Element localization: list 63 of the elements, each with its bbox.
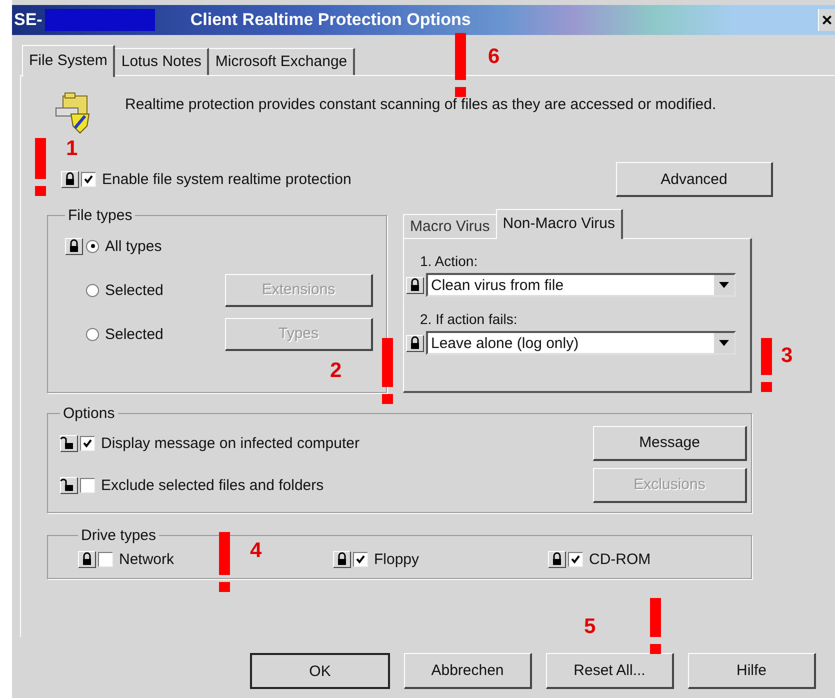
checkbox[interactable] <box>80 436 95 450</box>
group-label: Drive types <box>80 527 158 544</box>
radio-button[interactable] <box>86 284 99 296</box>
annotation-number: 4 <box>250 540 262 561</box>
radio-button[interactable] <box>86 240 99 252</box>
exclamation-mark <box>761 338 772 392</box>
tab[interactable]: Lotus Notes <box>115 48 210 75</box>
annotation-number: 5 <box>584 616 596 637</box>
exclamation-mark <box>35 138 46 196</box>
padlock-icon[interactable] <box>60 476 78 494</box>
checkbox-label: Display message on infected computer <box>101 434 360 452</box>
checkbox-label: Enable file system realtime protection <box>102 171 352 188</box>
annotation-number: 2 <box>330 360 342 381</box>
exclamation-mark <box>455 33 466 97</box>
checkbox-label: Network <box>119 550 174 568</box>
close-button[interactable]: × <box>818 9 835 31</box>
padlock-icon[interactable] <box>548 550 566 568</box>
dialog-button[interactable]: Reset All... <box>546 653 674 689</box>
window-title-prefix: SE- <box>13 10 42 30</box>
checkbox[interactable] <box>81 172 96 187</box>
tab[interactable]: Macro Virus <box>403 214 496 238</box>
checkbox-label: Floppy <box>374 550 420 568</box>
exclamation-mark <box>382 338 393 404</box>
padlock-icon[interactable] <box>65 238 83 254</box>
padlock-icon[interactable] <box>406 276 424 294</box>
description-text: Realtime protection provides constant scanning of files as they are accessed or modified. <box>125 95 718 115</box>
padlock-icon[interactable] <box>60 434 78 452</box>
checkbox[interactable] <box>98 552 113 566</box>
exclamation-mark <box>650 598 661 654</box>
group-label: Options <box>62 405 116 422</box>
checkbox[interactable] <box>80 478 95 492</box>
tab[interactable]: Microsoft Exchange <box>209 48 356 75</box>
radio-label: All types <box>105 238 163 254</box>
checkbox[interactable] <box>568 552 583 566</box>
action-dropdown[interactable]: Leave alone (log only) <box>426 331 736 355</box>
dialog-button[interactable]: Hilfe <box>688 653 816 689</box>
padlock-icon[interactable] <box>78 550 96 568</box>
radio-button[interactable] <box>86 328 99 340</box>
checkbox-label: CD-ROM <box>589 550 651 568</box>
checkbox-label: Exclude selected files and folders <box>101 476 324 494</box>
annotation-number: 6 <box>488 46 500 67</box>
field-label: 1. Action: <box>420 253 478 269</box>
advanced-button[interactable]: Advanced <box>616 162 773 197</box>
field-label: 2. If action fails: <box>420 311 518 327</box>
group-label: File types <box>67 207 134 224</box>
annotation-number: 1 <box>66 138 78 159</box>
padlock-icon[interactable] <box>61 171 79 188</box>
padlock-icon[interactable] <box>333 550 351 568</box>
annotation-number: 3 <box>781 345 793 366</box>
tab[interactable]: File System <box>22 45 116 77</box>
dialog-button[interactable]: Abbrechen <box>404 653 532 689</box>
dropdown-arrow-icon[interactable] <box>719 340 729 346</box>
option-button[interactable]: Message <box>593 426 747 460</box>
action-dropdown[interactable]: Clean virus from file <box>426 273 736 297</box>
dropdown-arrow-icon[interactable] <box>719 282 729 288</box>
tab[interactable]: Non-Macro Virus <box>496 209 624 239</box>
padlock-icon[interactable] <box>406 334 424 352</box>
dialog-button[interactable]: OK <box>250 653 390 689</box>
exclamation-mark <box>219 532 230 592</box>
radio-label: Selected <box>105 326 164 342</box>
checkbox[interactable] <box>353 552 368 566</box>
window-title: Client Realtime Protection Options <box>190 10 471 30</box>
radio-label: Selected <box>105 282 164 298</box>
